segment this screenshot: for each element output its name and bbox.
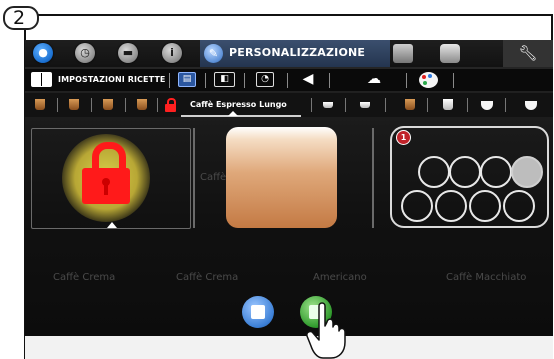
volume-icon[interactable]: ◀︎ [299, 72, 317, 87]
tab-personalizzazione-label: PERSONALIZZAZIONE [229, 46, 366, 59]
cup-clean-icon[interactable]: ☁︎ [365, 72, 383, 87]
drink-cup-icon[interactable] [137, 99, 147, 110]
folder-icon[interactable]: ▬ [118, 43, 138, 63]
drink-cup-icon[interactable] [69, 99, 79, 110]
selected-drink-underline [181, 115, 301, 117]
clock-frame-icon[interactable]: ◔ [256, 72, 274, 87]
tab-personalizzazione[interactable]: ✎ PERSONALIZZAZIONE [200, 40, 390, 67]
divider [287, 73, 288, 88]
divider [311, 98, 312, 112]
lock-icon [165, 98, 176, 112]
cup-slot[interactable] [418, 156, 450, 188]
coffee-preview[interactable] [226, 127, 337, 228]
panel-divider [372, 128, 374, 228]
divider [385, 98, 386, 112]
top-nav: ● ◷ ▬ i ✎ PERSONALIZZAZIONE 🔧︎ [25, 40, 553, 67]
divider [57, 98, 58, 112]
recipe-settings-title: IMPOSTAZIONI RICETTE [58, 75, 166, 84]
divider [125, 98, 126, 112]
divider [169, 73, 170, 88]
recipe-list-icon[interactable]: ▤ [178, 72, 196, 87]
info-icon[interactable]: i [162, 43, 182, 63]
recipe-settings-bar: IMPOSTAZIONI RICETTE ▤ ◧ ◔ ◀︎ ☁︎ [25, 69, 553, 91]
drink-cup-icon[interactable] [360, 102, 370, 108]
cup-slot[interactable] [401, 190, 433, 222]
water-drop-icon[interactable]: ● [33, 43, 53, 63]
drink-cup-icon[interactable] [443, 99, 453, 110]
pencil-icon: ✎ [204, 44, 223, 63]
divider [406, 73, 407, 88]
divider [345, 98, 346, 112]
cup-slot[interactable] [449, 156, 481, 188]
divider [505, 98, 506, 112]
cup-slot[interactable] [469, 190, 501, 222]
divider [329, 73, 330, 88]
divider [427, 98, 428, 112]
drink-cup-icon[interactable] [35, 99, 45, 110]
ghost-drink-label: Caffè Macchiato [446, 272, 527, 283]
divider [157, 98, 158, 112]
drink-cup-icon[interactable] [323, 102, 333, 108]
recipe-book-icon[interactable] [31, 72, 52, 87]
drink-cup-icon[interactable] [481, 101, 493, 110]
user-icon[interactable] [440, 44, 460, 63]
cup-slot[interactable] [480, 156, 512, 188]
cup-slot[interactable] [503, 190, 535, 222]
drink-cup-icon[interactable] [405, 99, 415, 110]
caret-up-icon [107, 222, 117, 228]
lock-icon[interactable] [80, 142, 132, 206]
cup-slot-filled[interactable] [511, 156, 543, 188]
pointing-hand-icon [306, 302, 346, 359]
bottom-strip [25, 336, 553, 359]
selected-drink-caret [228, 111, 238, 116]
counter-badge: 1 [396, 130, 411, 145]
edit-icon [251, 305, 265, 319]
drink-selection-bar: Caffè Espresso Lungo [25, 93, 553, 117]
divider [244, 73, 245, 88]
divider [91, 98, 92, 112]
step-number: 2 [13, 7, 26, 29]
palette-icon[interactable] [419, 72, 438, 88]
edit-button[interactable] [242, 296, 274, 328]
machine-screen: ● ◷ ▬ i ✎ PERSONALIZZAZIONE 🔧︎ IMPOSTAZI… [25, 40, 553, 336]
clock-icon[interactable]: ◷ [75, 43, 95, 63]
calculator-icon[interactable] [393, 44, 413, 63]
drink-cup-icon[interactable] [525, 101, 537, 110]
display-icon[interactable]: ◧ [214, 72, 235, 87]
wrench-icon[interactable]: 🔧︎ [503, 40, 553, 67]
divider [205, 73, 206, 88]
ghost-drink-label: Americano [313, 272, 367, 283]
divider [453, 73, 454, 88]
step-number-badge: 2 [3, 6, 39, 30]
ghost-drink-label: Caffè Crema [53, 272, 116, 283]
panel-divider [193, 128, 195, 228]
selected-drink-label[interactable]: Caffè Espresso Lungo [190, 100, 287, 109]
divider [467, 98, 468, 112]
drink-cup-icon[interactable] [103, 99, 113, 110]
cup-slot[interactable] [435, 190, 467, 222]
ghost-drink-label: Caffè Crema [176, 272, 239, 283]
